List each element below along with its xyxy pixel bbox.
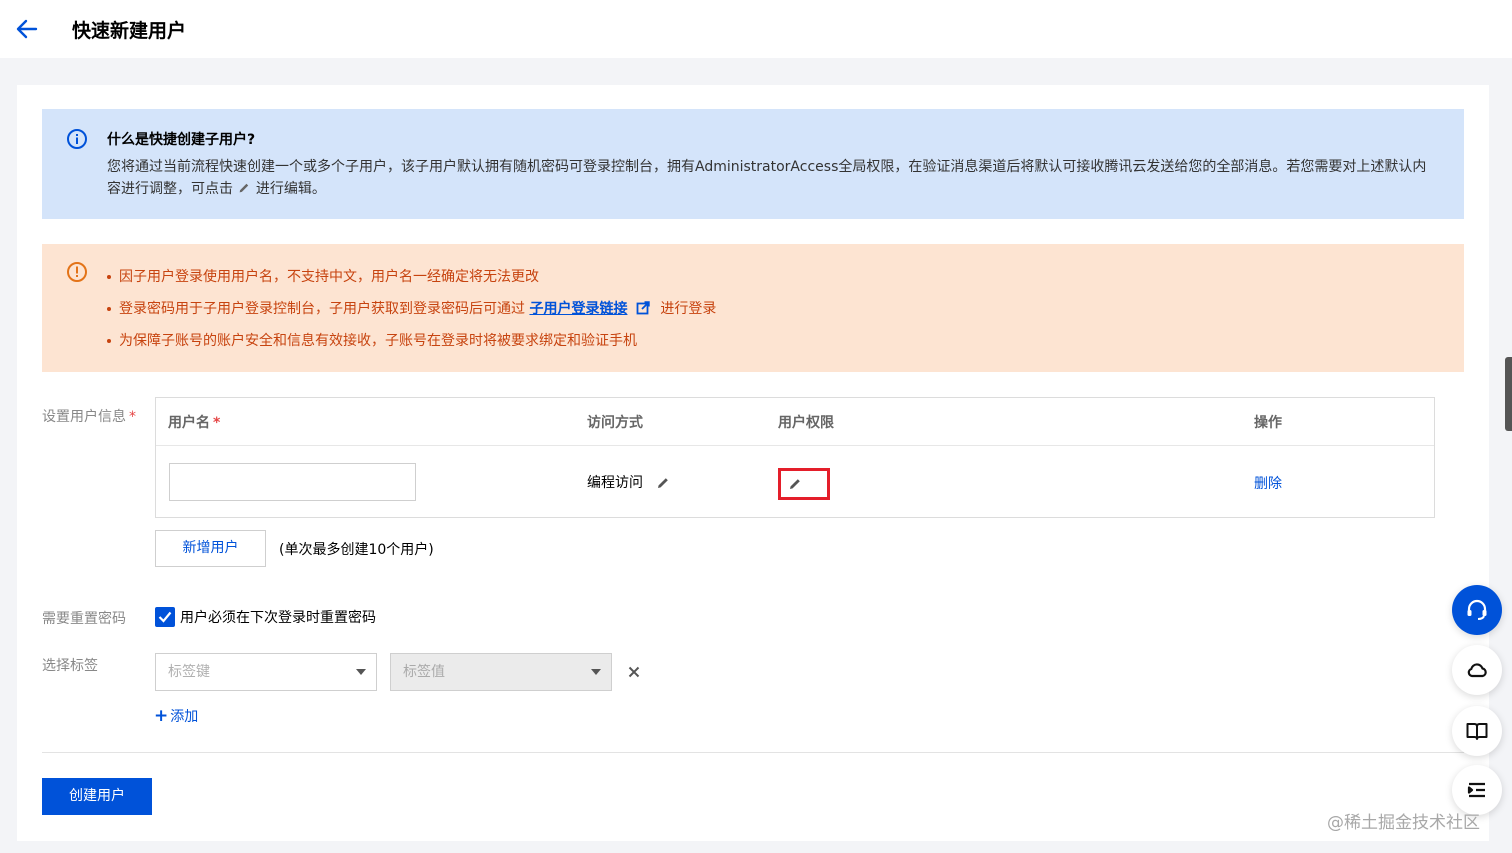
pencil-icon[interactable] xyxy=(655,475,671,491)
info-alert-title: 什么是快捷创建子用户? xyxy=(107,132,256,148)
warning-alert: 因子用户登录使用用户名，不支持中文，用户名一经确定将无法更改 登录密码用于子用户… xyxy=(42,244,1464,372)
top-bar: 快速新建用户 xyxy=(0,0,1512,58)
checkmark-icon xyxy=(158,611,172,623)
add-user-button[interactable]: 新增用户 xyxy=(155,530,266,567)
warning-list: 因子用户登录使用用户名，不支持中文，用户名一经确定将无法更改 登录密码用于子用户… xyxy=(107,266,716,362)
info-alert: 什么是快捷创建子用户? 您将通过当前流程快速创建一个或多个子用户，该子用户默认拥… xyxy=(42,109,1464,219)
back-arrow-icon[interactable] xyxy=(14,16,40,42)
tag-value-select[interactable]: 标签值 xyxy=(390,653,612,691)
caret-down-icon xyxy=(591,669,601,675)
support-button[interactable] xyxy=(1452,585,1502,635)
username-input[interactable] xyxy=(169,463,416,501)
tag-key-placeholder: 标签键 xyxy=(168,664,210,680)
tags-label: 选择标签 xyxy=(42,658,98,674)
column-header-access: 访问方式 xyxy=(587,415,643,431)
reset-password-label: 需要重置密码 xyxy=(42,611,126,627)
list-icon xyxy=(1467,782,1485,798)
reset-password-checkbox-label[interactable]: 用户必须在下次登录时重置密码 xyxy=(180,607,376,627)
cloud-icon xyxy=(1467,663,1487,678)
required-mark: * xyxy=(129,409,136,425)
warning-item-text: 登录密码用于子用户登录控制台，子用户获取到登录密码后可通过 xyxy=(119,301,525,317)
page-title: 快速新建用户 xyxy=(72,20,187,42)
close-icon[interactable] xyxy=(627,665,641,679)
main-card: 什么是快捷创建子用户? 您将通过当前流程快速创建一个或多个子用户，该子用户默认拥… xyxy=(17,85,1489,841)
required-mark: * xyxy=(213,415,221,431)
permission-edit-button[interactable] xyxy=(778,468,830,500)
scrollbar-handle[interactable] xyxy=(1505,357,1512,431)
warning-item: 为保障子账号的账户安全和信息有效接收，子账号在登录时将被要求绑定和验证手机 xyxy=(107,330,716,362)
warning-item-text: 进行登录 xyxy=(660,301,717,317)
subuser-login-link[interactable]: 子用户登录链接 xyxy=(529,301,627,317)
tag-key-select[interactable]: 标签键 xyxy=(155,653,377,691)
docs-button[interactable] xyxy=(1452,706,1502,756)
column-header-username-text: 用户名 xyxy=(168,415,210,431)
table-divider xyxy=(156,445,1434,446)
delete-user-link[interactable]: 删除 xyxy=(1254,473,1282,493)
warning-icon xyxy=(67,262,87,282)
user-info-label: 设置用户信息 * xyxy=(42,406,136,426)
warning-item: 登录密码用于子用户登录控制台，子用户获取到登录密码后可通过 子用户登录链接 进行… xyxy=(107,298,716,330)
add-tag-link[interactable]: + 添加 xyxy=(154,706,198,726)
column-header-permission: 用户权限 xyxy=(778,415,834,431)
add-user-hint: (单次最多创建10个用户) xyxy=(279,542,434,558)
divider xyxy=(42,752,1464,753)
tag-value-placeholder: 标签值 xyxy=(403,664,445,680)
create-user-button[interactable]: 创建用户 xyxy=(42,778,152,815)
user-table: 用户名 * 访问方式 用户权限 操作 编程访问 删除 xyxy=(155,397,1435,518)
pencil-icon xyxy=(240,183,249,193)
reset-password-checkbox[interactable] xyxy=(155,607,175,627)
plus-icon: + xyxy=(154,706,169,726)
info-icon xyxy=(67,129,87,149)
external-link-icon[interactable] xyxy=(636,301,650,315)
watermark: @稀土掘金技术社区 xyxy=(1327,813,1480,833)
add-tag-label: 添加 xyxy=(170,709,199,725)
caret-down-icon xyxy=(356,669,366,675)
info-alert-text: 您将通过当前流程快速创建一个或多个子用户，该子用户默认拥有随机密码可登录控制台，… xyxy=(107,156,1427,200)
headset-icon xyxy=(1467,599,1487,620)
access-method-value: 编程访问 xyxy=(587,475,643,491)
info-alert-text-end: 进行编辑。 xyxy=(255,181,326,197)
user-info-label-text: 设置用户信息 xyxy=(42,409,126,425)
book-icon xyxy=(1466,723,1488,740)
pencil-icon xyxy=(790,479,800,489)
cloud-button[interactable] xyxy=(1452,645,1502,695)
warning-item: 因子用户登录使用用户名，不支持中文，用户名一经确定将无法更改 xyxy=(107,266,716,298)
column-header-username: 用户名 * xyxy=(168,412,220,432)
column-header-action: 操作 xyxy=(1254,415,1282,431)
